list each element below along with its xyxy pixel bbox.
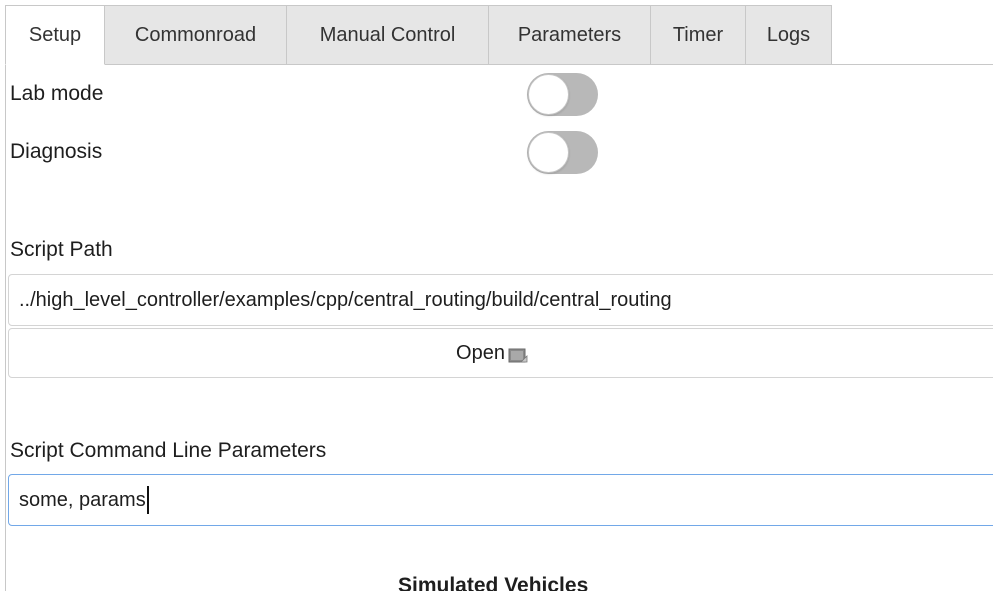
tab-setup[interactable]: Setup	[5, 5, 105, 65]
file-open-icon	[508, 347, 528, 363]
lab-mode-toggle[interactable]	[527, 73, 598, 116]
setup-window: Setup Commonroad Manual Control Paramete…	[0, 0, 993, 591]
diagnosis-label: Diagnosis	[10, 140, 103, 163]
simulated-vehicles-heading: Simulated Vehicles	[398, 574, 589, 591]
open-button[interactable]: Open	[8, 328, 993, 378]
text-caret	[146, 485, 149, 514]
script-path-field[interactable]: ../high_level_controller/examples/cpp/ce…	[8, 274, 993, 326]
tab-bar: Setup Commonroad Manual Control Paramete…	[5, 5, 993, 65]
open-button-label: Open	[456, 341, 505, 364]
tab-manual-control[interactable]: Manual Control	[287, 5, 489, 65]
toggle-knob	[528, 132, 569, 173]
script-params-value: some, params	[19, 489, 146, 511]
script-path-label: Script Path	[10, 238, 113, 261]
tab-timer[interactable]: Timer	[651, 5, 746, 65]
tab-parameters[interactable]: Parameters	[489, 5, 651, 65]
lab-mode-label: Lab mode	[10, 82, 104, 105]
diagnosis-toggle[interactable]	[527, 131, 598, 174]
script-params-input[interactable]: some, params	[8, 474, 993, 526]
panel-left-border	[5, 5, 6, 591]
script-path-value: ../high_level_controller/examples/cpp/ce…	[19, 289, 672, 311]
script-params-label: Script Command Line Parameters	[10, 439, 327, 462]
tab-logs[interactable]: Logs	[746, 5, 832, 65]
tab-commonroad[interactable]: Commonroad	[105, 5, 287, 65]
toggle-knob	[528, 74, 569, 115]
